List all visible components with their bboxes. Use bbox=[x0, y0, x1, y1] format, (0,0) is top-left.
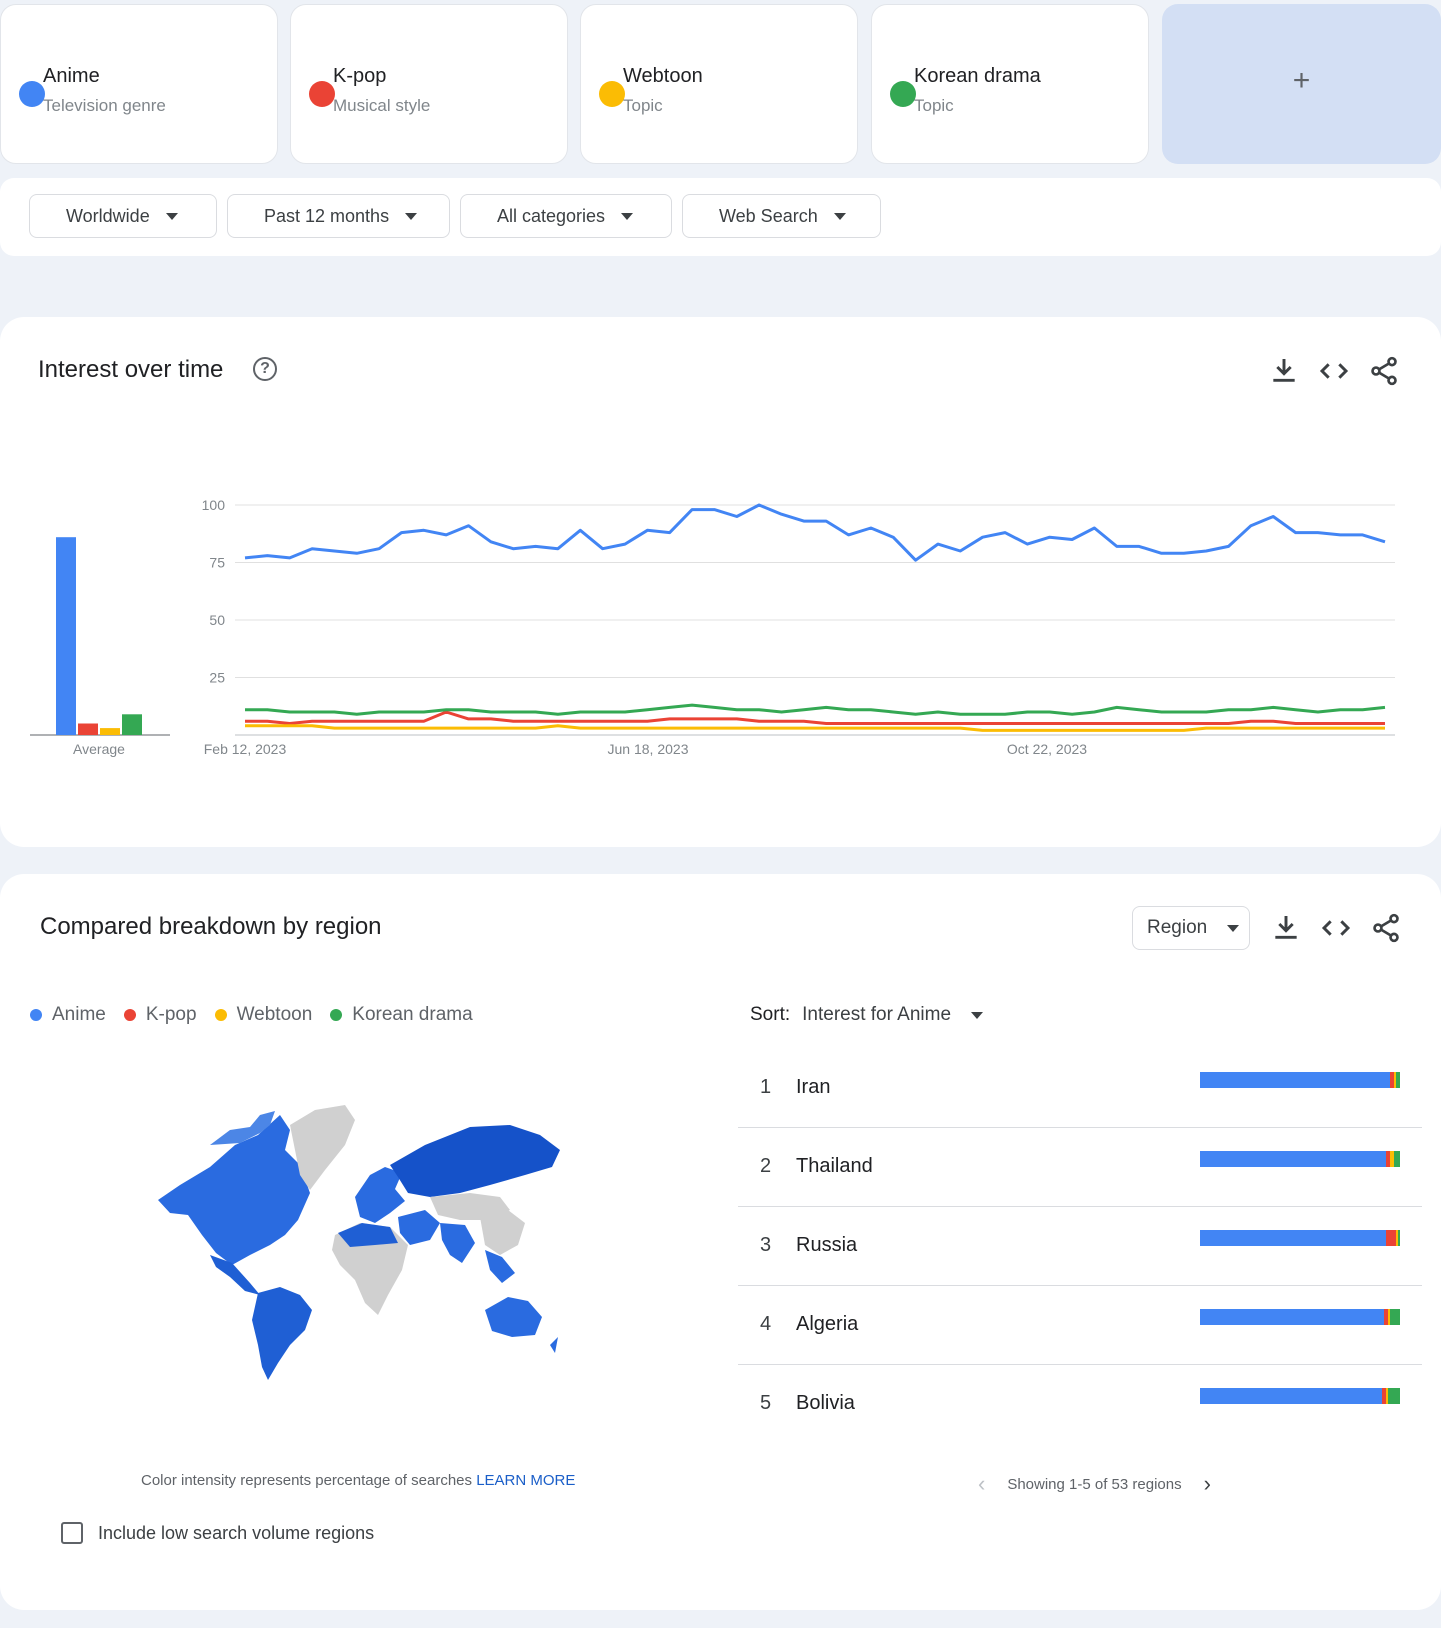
pager-text: Showing 1-5 of 53 regions bbox=[1007, 1475, 1182, 1493]
region-share-bar bbox=[1200, 1072, 1400, 1088]
legend-item-anime: Anime bbox=[30, 1004, 106, 1026]
region-name: Iran bbox=[796, 1076, 831, 1098]
share-segment bbox=[1396, 1072, 1400, 1088]
learn-more-link[interactable]: LEARN MORE bbox=[476, 1472, 575, 1489]
region-rank: 1 bbox=[760, 1076, 772, 1098]
legend-dot bbox=[214, 1009, 227, 1021]
legend-item-kpop: K-pop bbox=[123, 1004, 197, 1026]
share-segment bbox=[1200, 1230, 1386, 1246]
world-map[interactable] bbox=[140, 1105, 590, 1385]
legend-item-webtoon: Webtoon bbox=[214, 1004, 313, 1026]
map-region-middle-east bbox=[398, 1210, 440, 1245]
sort-value: Interest for Anime bbox=[802, 1004, 952, 1025]
region-rank: 2 bbox=[760, 1155, 772, 1177]
map-region-east-asia bbox=[480, 1210, 525, 1255]
series-line-k-pop bbox=[245, 710, 1385, 725]
region-row[interactable]: 5 Bolivia bbox=[738, 1365, 1422, 1444]
series-line-korean-drama bbox=[245, 703, 1386, 716]
share-segment bbox=[1390, 1309, 1400, 1325]
legend-dot bbox=[330, 1009, 343, 1021]
legend-item-korean-drama: Korean drama bbox=[330, 1004, 473, 1026]
region-legend: Anime K-pop Webtoon Korean drama bbox=[30, 1004, 473, 1026]
share-segment bbox=[1200, 1388, 1382, 1404]
map-region-north-africa bbox=[338, 1223, 398, 1247]
series-line-webtoon bbox=[245, 724, 1385, 732]
share-segment bbox=[1394, 1151, 1400, 1167]
low-volume-label: Include low search volume regions bbox=[98, 1522, 375, 1543]
map-region-australia bbox=[485, 1297, 542, 1337]
map-caption-text: Color intensity represents percentage of… bbox=[141, 1472, 473, 1489]
region-row[interactable]: 1 Iran bbox=[738, 1049, 1422, 1128]
download-icon[interactable] bbox=[1270, 912, 1302, 944]
average-bar-webtoon bbox=[100, 728, 120, 735]
share-segment bbox=[1388, 1388, 1400, 1404]
x-tick-label: Jun 18, 2023 bbox=[608, 741, 689, 757]
series-line-anime bbox=[244, 503, 1386, 562]
region-row[interactable]: 3 Russia bbox=[738, 1207, 1422, 1286]
y-tick-label: 75 bbox=[209, 555, 225, 571]
map-region-south-america bbox=[252, 1287, 312, 1380]
share-segment bbox=[1200, 1151, 1386, 1167]
x-tick-label: Feb 12, 2023 bbox=[204, 741, 287, 757]
average-bar-anime bbox=[56, 537, 76, 735]
region-share-bar bbox=[1200, 1309, 1400, 1325]
region-row[interactable]: 2 Thailand bbox=[738, 1128, 1422, 1207]
region-breakdown-title: Compared breakdown by region bbox=[40, 913, 382, 940]
region-rank: 4 bbox=[760, 1313, 772, 1335]
sort-label: Sort: bbox=[750, 1004, 791, 1025]
interest-over-time-chart: 25 50 75 100 Feb 12, 2023 Jun 18, 2023 Oct 22,… bbox=[30, 497, 1395, 757]
sort-control[interactable]: Sort: Interest for Anime bbox=[750, 1004, 984, 1026]
region-name: Algeria bbox=[796, 1313, 859, 1335]
region-rank: 5 bbox=[760, 1392, 772, 1414]
region-share-bar bbox=[1200, 1230, 1400, 1246]
share-segment bbox=[1386, 1230, 1396, 1246]
region-share-bar bbox=[1200, 1151, 1400, 1167]
region-resolution-value: Region bbox=[1147, 917, 1208, 938]
caret-down-icon bbox=[971, 1011, 984, 1019]
average-label: Average bbox=[73, 741, 125, 757]
region-name: Bolivia bbox=[796, 1392, 855, 1414]
share-segment bbox=[1398, 1230, 1400, 1246]
low-volume-checkbox[interactable] bbox=[61, 1522, 83, 1544]
legend-label: K-pop bbox=[145, 1004, 197, 1025]
region-share-bar bbox=[1200, 1388, 1400, 1404]
legend-dot bbox=[123, 1009, 136, 1021]
low-volume-toggle[interactable]: Include low search volume regions bbox=[61, 1522, 374, 1544]
y-tick-label: 50 bbox=[209, 612, 225, 628]
y-tick-label: 100 bbox=[202, 497, 226, 513]
share-icon[interactable] bbox=[1370, 912, 1402, 944]
region-resolution-dropdown[interactable]: Region bbox=[1132, 906, 1250, 950]
share-segment bbox=[1200, 1309, 1384, 1325]
embed-code-icon[interactable] bbox=[1320, 912, 1352, 944]
map-region-south-asia bbox=[440, 1223, 475, 1263]
legend-label: Korean drama bbox=[352, 1004, 473, 1025]
prev-page-icon[interactable]: ‹ bbox=[978, 1471, 985, 1497]
map-caption: Color intensity represents percentage of… bbox=[141, 1472, 575, 1489]
next-page-icon[interactable]: › bbox=[1204, 1471, 1211, 1497]
region-rank: 3 bbox=[760, 1234, 772, 1256]
average-bar-korean-drama bbox=[122, 714, 142, 735]
y-tick-label: 25 bbox=[209, 670, 225, 686]
region-pager: ‹ Showing 1-5 of 53 regions › bbox=[956, 1471, 1233, 1497]
legend-dot bbox=[30, 1009, 42, 1021]
legend-label: Webtoon bbox=[236, 1004, 313, 1025]
x-tick-label: Oct 22, 2023 bbox=[1007, 741, 1087, 757]
legend-label: Anime bbox=[52, 1004, 106, 1025]
caret-down-icon bbox=[1227, 924, 1240, 932]
region-row[interactable]: 4 Algeria bbox=[738, 1286, 1422, 1365]
average-bar-k-pop bbox=[78, 723, 98, 735]
share-segment bbox=[1200, 1072, 1390, 1088]
region-name: Russia bbox=[796, 1234, 858, 1256]
region-name: Thailand bbox=[796, 1155, 873, 1177]
map-region-russia bbox=[390, 1125, 560, 1197]
map-region-new-zealand bbox=[550, 1337, 558, 1353]
